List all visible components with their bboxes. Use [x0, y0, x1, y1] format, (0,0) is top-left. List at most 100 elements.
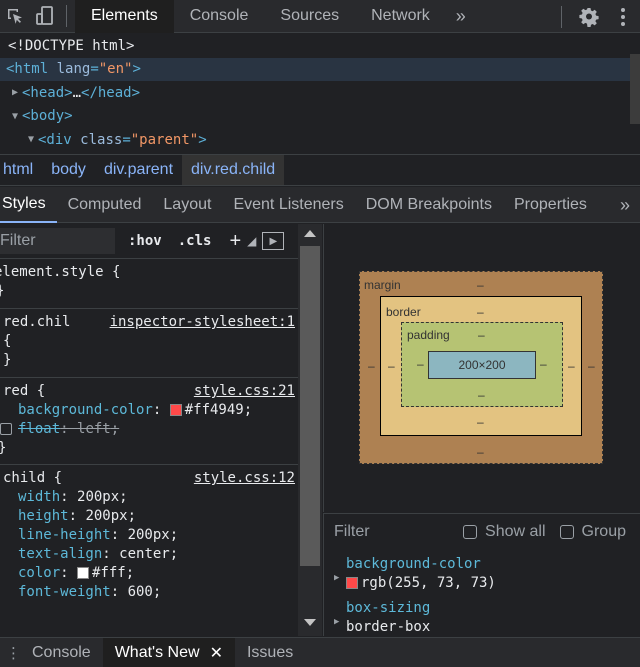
computed-property-box-sizing[interactable]: ▶ box-sizing border-box	[324, 592, 640, 636]
dom-node-div-parent[interactable]: ▼ <div class = "parent" >	[0, 128, 640, 152]
tab-styles[interactable]: Styles	[0, 187, 57, 223]
computed-property-background-color[interactable]: ▶ background-color rgb(255, 73, 73)	[324, 549, 640, 592]
box-model-content[interactable]: 200×200	[428, 351, 536, 379]
element-state-icon[interactable]: ◢	[247, 234, 256, 248]
property-checkbox[interactable]	[0, 422, 12, 435]
kebab-menu-icon[interactable]	[606, 0, 640, 33]
more-tabs-icon[interactable]: »	[446, 6, 476, 27]
new-rule-button[interactable]: +	[229, 230, 241, 253]
declaration-font-weight[interactable]: font-weight: 600;	[0, 582, 298, 601]
expand-triangle-icon[interactable]: ▶	[334, 617, 339, 627]
collapse-triangle-icon[interactable]: ▼	[8, 111, 22, 122]
inspect-element-icon[interactable]	[0, 0, 30, 33]
declaration-float[interactable]: float: left;	[0, 419, 298, 438]
rule-close: }	[0, 438, 298, 457]
tab-computed[interactable]: Computed	[57, 187, 153, 223]
breadcrumb-div-red-child[interactable]: div.red.child	[182, 155, 285, 185]
expand-triangle-icon[interactable]: ▶	[8, 87, 22, 98]
border-right-value[interactable]: –	[568, 359, 575, 373]
class-toggle-button[interactable]: .cls	[178, 233, 212, 249]
dom-node-html[interactable]: <html lang = "en" >	[0, 57, 640, 81]
tab-properties[interactable]: Properties	[503, 187, 598, 223]
box-model-border[interactable]: border – – – – padding – – – – 200×200	[380, 296, 582, 436]
styles-filter-input[interactable]: Filter	[0, 228, 115, 254]
dom-node-head[interactable]: ▶ <head>… </head>	[0, 81, 640, 105]
tab-sources[interactable]: Sources	[264, 0, 355, 33]
rule-source-link[interactable]: style.css:12	[194, 470, 295, 486]
rule-source-link[interactable]: inspector-stylesheet:1	[110, 314, 295, 330]
color-swatch[interactable]	[346, 576, 358, 589]
property-name: width	[18, 488, 61, 505]
declaration-width[interactable]: width: 200px;	[0, 487, 298, 506]
attr-name: lang	[56, 61, 91, 78]
padding-left-value[interactable]: –	[417, 357, 424, 371]
rule-child: child { style.css:12 width: 200px; heigh…	[0, 465, 298, 635]
scroll-up-icon[interactable]	[304, 230, 316, 237]
border-left-value[interactable]: –	[388, 359, 395, 373]
padding-right-value[interactable]: –	[540, 357, 547, 371]
declaration-height[interactable]: height: 200px;	[0, 506, 298, 525]
toggle-sidebar-icon[interactable]: ▶	[262, 232, 285, 250]
color-swatch[interactable]	[169, 403, 182, 416]
main-toolbar: Elements Console Sources Network »	[0, 0, 640, 33]
expand-triangle-icon[interactable]: ▶	[334, 573, 339, 583]
border-top-value[interactable]: –	[477, 305, 484, 319]
gear-icon[interactable]	[572, 0, 606, 33]
computed-filter-bar: Filter Show all Group	[323, 513, 640, 549]
computed-filter-input[interactable]: Filter	[334, 523, 463, 541]
box-model-margin[interactable]: margin – – – – border – – – – padding – …	[359, 271, 603, 464]
padding-top-value[interactable]: –	[478, 328, 485, 342]
declaration-background-color[interactable]: background-color: #ff4949;	[0, 400, 298, 419]
property-name: float	[18, 420, 61, 437]
styles-scrollbar[interactable]	[298, 224, 322, 636]
tag-head-end: </head>	[81, 84, 141, 101]
drawer-tab-console[interactable]: Console	[20, 638, 103, 667]
scroll-down-icon[interactable]	[304, 619, 316, 626]
box-model-padding[interactable]: padding – – – – 200×200	[401, 322, 563, 407]
drawer-tab-whats-new[interactable]: What's New ✕	[102, 637, 235, 667]
breadcrumb-body[interactable]: body	[42, 155, 95, 185]
tab-dom-breakpoints[interactable]: DOM Breakpoints	[355, 187, 503, 223]
drawer-menu-icon[interactable]: ⋮	[0, 644, 21, 662]
checkbox-box[interactable]	[559, 524, 574, 539]
hover-state-button[interactable]: :hov	[128, 233, 162, 249]
device-toolbar-icon[interactable]	[30, 0, 60, 33]
color-swatch[interactable]	[77, 566, 90, 579]
show-all-checkbox[interactable]: Show all	[463, 522, 546, 541]
declaration-color[interactable]: color: #fff;	[0, 563, 298, 582]
collapse-triangle-icon[interactable]: ▼	[24, 134, 38, 145]
breadcrumb-html[interactable]: html	[0, 155, 42, 185]
breadcrumb-div-parent[interactable]: div.parent	[95, 155, 182, 185]
scrollbar-thumb[interactable]	[300, 246, 320, 566]
dom-node-doctype[interactable]: <!DOCTYPE html>	[0, 34, 640, 58]
padding-label: padding	[407, 328, 450, 342]
rule-open: {	[3, 332, 12, 349]
border-bottom-value[interactable]: –	[477, 415, 484, 429]
more-tabs-icon[interactable]: »	[620, 187, 640, 223]
margin-top-value[interactable]: –	[477, 278, 484, 292]
tab-console[interactable]: Console	[174, 0, 265, 33]
checkbox-box[interactable]	[463, 524, 478, 539]
tab-layout[interactable]: Layout	[152, 187, 222, 223]
group-label: Group	[581, 522, 626, 540]
show-all-label: Show all	[485, 522, 546, 540]
dom-scrollbar[interactable]	[630, 54, 640, 124]
styles-filter-bar: Filter :hov .cls + ◢ ▶	[0, 224, 298, 259]
declaration-line-height[interactable]: line-height: 200px;	[0, 525, 298, 544]
margin-left-value[interactable]: –	[368, 359, 375, 373]
property-value: 200px	[85, 507, 128, 524]
margin-bottom-value[interactable]: –	[477, 445, 484, 459]
rule-source-link[interactable]: style.css:21	[194, 383, 295, 399]
dom-node-body[interactable]: ▼ <body>	[0, 105, 640, 129]
styles-pane: Filter :hov .cls + ◢ ▶ element.style { }…	[0, 224, 298, 636]
tab-network[interactable]: Network	[355, 0, 446, 33]
margin-right-value[interactable]: –	[588, 359, 595, 373]
declaration-text-align[interactable]: text-align: center;	[0, 544, 298, 563]
group-checkbox[interactable]: Group	[559, 522, 626, 541]
tab-elements[interactable]: Elements	[75, 0, 174, 33]
padding-bottom-value[interactable]: –	[478, 388, 485, 402]
dom-tree: <!DOCTYPE html> <html lang = "en" > ▶ <head>…	[0, 34, 640, 154]
drawer-tab-issues[interactable]: Issues	[235, 638, 305, 667]
close-icon[interactable]: ✕	[210, 643, 223, 663]
tab-event-listeners[interactable]: Event Listeners	[222, 187, 354, 223]
